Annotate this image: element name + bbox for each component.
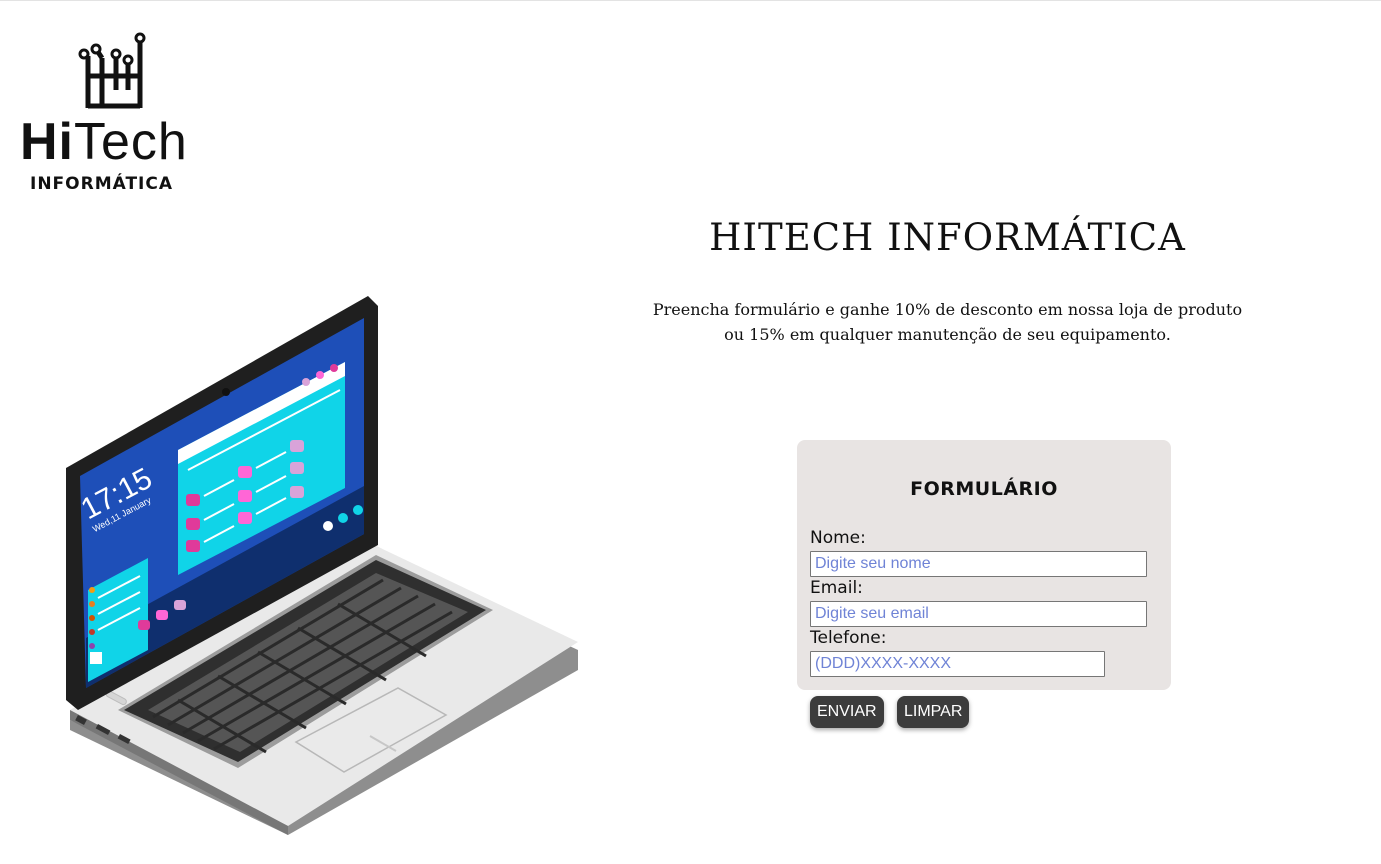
submit-button[interactable]: ENVIAR (810, 696, 884, 728)
reset-button[interactable]: LIMPAR (897, 696, 970, 728)
page-subtitle-line1: Preencha formulário e ganhe 10% de desco… (652, 300, 1243, 319)
page-subtitle: Preencha formulário e ganhe 10% de desco… (620, 297, 1275, 347)
phone-label: Telefone: (810, 628, 887, 648)
phone-input[interactable] (810, 651, 1105, 677)
logo-word-hi: Hi (20, 113, 74, 171)
email-input[interactable] (810, 601, 1147, 627)
name-input[interactable] (810, 551, 1147, 577)
logo-wordmark: HiTech (20, 116, 188, 168)
email-label: Email: (810, 578, 863, 598)
name-label: Nome: (810, 528, 866, 548)
logo-word-tech: Tech (74, 113, 188, 171)
logo-subtitle: INFORMÁTICA (30, 174, 174, 194)
circuit-h-icon (78, 32, 146, 109)
form-title: FORMULÁRIO (910, 478, 1058, 500)
top-border (0, 0, 1381, 1)
hitech-logo: HiTech INFORMÁTICA (18, 28, 218, 198)
page-title: HITECH INFORMÁTICA (709, 216, 1186, 259)
page-subtitle-line2: ou 15% em qualquer manutenção de seu equ… (724, 325, 1171, 344)
laptop-illustration: 17:15 Wed,11 January (66, 296, 578, 835)
